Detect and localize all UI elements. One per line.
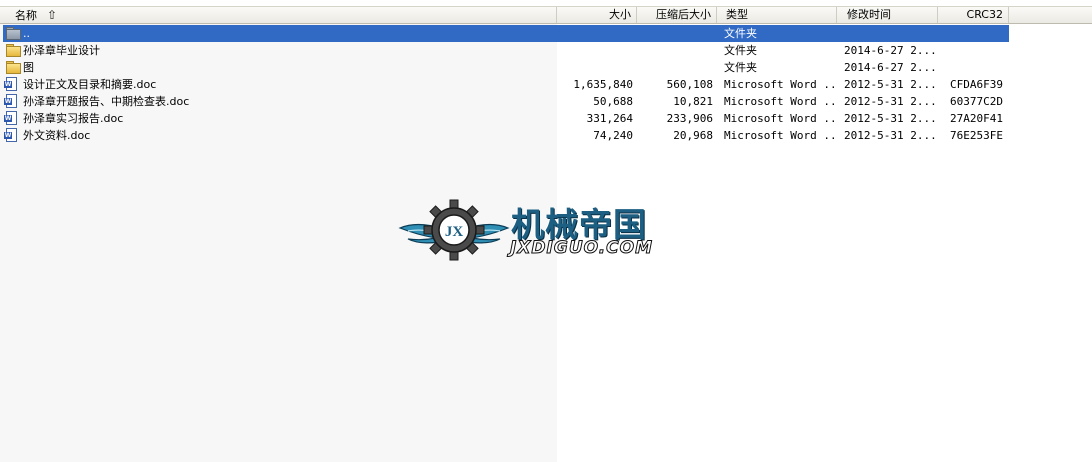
word-doc-icon: W: [4, 128, 17, 142]
column-header-name[interactable]: 名称 ⇧: [0, 7, 557, 23]
file-name: 外文资料.doc: [23, 129, 91, 142]
file-size: 1,635,840: [573, 78, 633, 91]
file-row[interactable]: W 外文资料.doc 74,240 20,968 Microsoft Word ... 2…: [3, 127, 1009, 144]
file-type: Microsoft Word ...: [724, 78, 836, 91]
file-row[interactable]: 孙泽章毕业设计 文件夹 2014-6-27 2...: [3, 42, 1009, 59]
watermark-title-en: JXDIGUO.COM: [509, 238, 654, 259]
file-row[interactable]: .. 文件夹: [3, 25, 1009, 42]
file-type: 文件夹: [724, 27, 757, 40]
file-size: 50,688: [593, 95, 633, 108]
word-doc-icon: W: [4, 111, 17, 125]
file-crc32: 60377C2D: [950, 95, 1003, 108]
file-type: Microsoft Word ...: [724, 112, 836, 125]
archive-file-list: 名称 ⇧ 大小 压缩后大小 类型 修改时间 CRC32 .. 文件夹 孙泽章毕业设计文…: [0, 0, 1092, 462]
file-modified: 2012-5-31 2...: [844, 95, 937, 108]
file-name: ..: [23, 27, 30, 40]
file-type: Microsoft Word ...: [724, 129, 836, 142]
sort-ascending-icon[interactable]: ⇧: [47, 7, 57, 23]
file-name: 孙泽章实习报告.doc: [23, 112, 124, 125]
file-packed-size: 20,968: [673, 129, 713, 142]
file-type: 文件夹: [724, 44, 757, 57]
file-row[interactable]: 图 文件夹 2014-6-27 2...: [3, 59, 1009, 76]
logo-badge-text: JX: [445, 224, 464, 240]
file-type: 文件夹: [724, 61, 757, 74]
column-header-modified[interactable]: 修改时间: [837, 7, 938, 23]
word-doc-icon: W: [4, 94, 17, 108]
file-packed-size: [638, 59, 713, 76]
file-crc32: [943, 25, 1003, 42]
file-modified: 2012-5-31 2...: [844, 78, 937, 91]
column-header-bar: 名称 ⇧ 大小 压缩后大小 类型 修改时间 CRC32: [0, 6, 1092, 24]
file-name: 孙泽章开题报告、中期检查表.doc: [23, 95, 190, 108]
file-modified: 2012-5-31 2...: [844, 112, 937, 125]
file-row[interactable]: W 设计正文及目录和摘要.doc 1,635,840 560,108 Microsoft…: [3, 76, 1009, 93]
file-size: 331,264: [586, 112, 633, 125]
file-packed-size: 233,906: [666, 112, 713, 125]
folder-icon: [6, 61, 21, 74]
file-crc32: CFDA6F39: [950, 78, 1003, 91]
file-packed-size: [638, 42, 713, 59]
folder-up-icon: [6, 27, 21, 40]
file-modified: 2012-5-31 2...: [844, 129, 937, 142]
column-header-name-label: 名称: [15, 9, 37, 22]
file-modified: 2014-6-27 2...: [844, 61, 937, 74]
file-size: [558, 25, 633, 42]
file-size: 74,240: [593, 129, 633, 142]
column-header-filler: [1009, 7, 1092, 23]
file-size: [558, 59, 633, 76]
file-crc32: [943, 59, 1003, 76]
file-row[interactable]: W 孙泽章开题报告、中期检查表.doc 50,688 10,821 Microsoft …: [3, 93, 1009, 110]
file-type: Microsoft Word ...: [724, 95, 836, 108]
site-watermark: JX 机械帝国 JXDIGUO.COM: [398, 196, 698, 264]
file-crc32: [943, 42, 1003, 59]
file-crc32: 76E253FE: [950, 129, 1003, 142]
file-crc32: 27A20F41: [950, 112, 1003, 125]
word-doc-icon: W: [4, 77, 17, 91]
file-modified: [844, 25, 939, 42]
file-modified: 2014-6-27 2...: [844, 44, 937, 57]
gear-wings-logo-icon: JX: [398, 199, 510, 261]
column-header-packed-size[interactable]: 压缩后大小: [637, 7, 717, 23]
column-header-crc32[interactable]: CRC32: [938, 7, 1009, 23]
file-packed-size: [638, 25, 713, 42]
file-name: 设计正文及目录和摘要.doc: [23, 78, 157, 91]
folder-icon: [6, 44, 21, 57]
file-packed-size: 560,108: [666, 78, 713, 91]
file-name: 孙泽章毕业设计: [23, 44, 100, 57]
file-row[interactable]: W 孙泽章实习报告.doc 331,264 233,906 Microsoft Word…: [3, 110, 1009, 127]
file-name: 图: [23, 61, 34, 74]
column-header-size[interactable]: 大小: [557, 7, 637, 23]
column-header-type[interactable]: 类型: [717, 7, 837, 23]
file-size: [558, 42, 633, 59]
file-packed-size: 10,821: [673, 95, 713, 108]
